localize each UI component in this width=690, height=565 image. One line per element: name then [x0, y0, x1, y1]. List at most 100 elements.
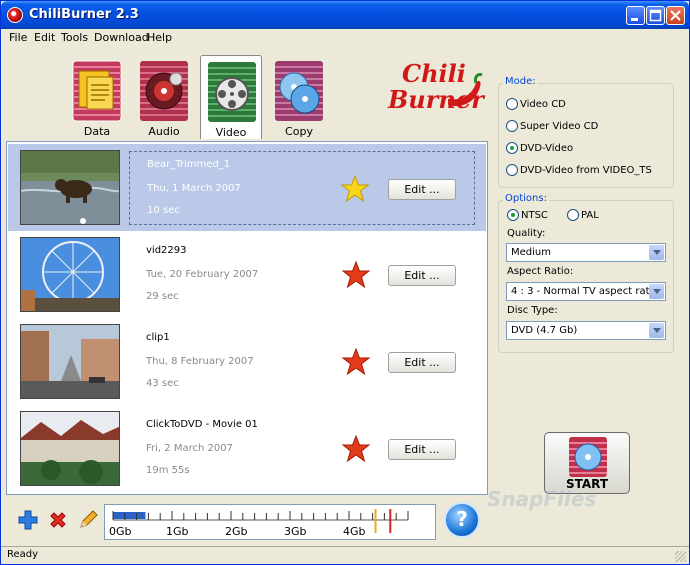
video-reel-icon [208, 62, 256, 122]
close-button[interactable] [666, 6, 685, 25]
video-date: Tue, 20 February 2007 [146, 269, 259, 280]
aspect-ratio-select[interactable]: 4 : 3 - Normal TV aspect ratio [506, 282, 666, 301]
tab-copy-label: Copy [285, 125, 313, 138]
gauge-tick-label: 1Gb [166, 525, 189, 538]
menu-tools[interactable]: Tools [61, 31, 88, 44]
mode-video-cd-radio[interactable] [506, 98, 518, 110]
chevron-down-icon[interactable] [649, 284, 664, 299]
menu-help[interactable]: Help [147, 31, 172, 44]
question-mark-icon: ? [456, 507, 468, 531]
used-capacity-bar [113, 512, 146, 519]
quality-label: Quality: [507, 228, 546, 239]
mode-super-video-cd-radio[interactable] [506, 120, 518, 132]
disc-type-label: Disc Type: [507, 305, 558, 316]
tab-copy[interactable]: Copy [268, 55, 330, 139]
video-date: Thu, 8 February 2007 [146, 356, 254, 367]
tab-audio-label: Audio [148, 125, 180, 138]
mode-super-video-cd-label[interactable]: Super Video CD [520, 121, 598, 132]
video-thumbnail [20, 150, 120, 225]
chevron-down-icon[interactable] [649, 245, 664, 260]
ntsc-radio[interactable] [507, 209, 519, 221]
window-title: ChiliBurner 2.3 [29, 7, 139, 22]
status-text: Ready [7, 549, 39, 560]
edit-pencil-icon[interactable] [77, 509, 99, 531]
mode-dvd-video-radio[interactable] [506, 142, 518, 154]
ntsc-label[interactable]: NTSC [521, 210, 548, 221]
app-window: ChiliBurner 2.3 File Edit Tools Download… [0, 0, 690, 565]
pal-radio[interactable] [567, 209, 579, 221]
favorite-star-icon[interactable] [341, 434, 371, 464]
pal-label[interactable]: PAL [581, 210, 599, 221]
chevron-down-icon[interactable] [649, 323, 664, 338]
mode-dvd-video-ts-label[interactable]: DVD-Video from VIDEO_TS [520, 165, 652, 176]
copy-disc-icon [275, 61, 323, 121]
video-date: Thu, 1 March 2007 [147, 183, 241, 194]
close-icon [670, 10, 681, 21]
tab-data[interactable]: Data [66, 55, 128, 139]
menu-download[interactable]: Download [94, 31, 149, 44]
title-bar[interactable]: ChiliBurner 2.3 [1, 1, 689, 29]
capacity-scale: 0Gb 1Gb 2Gb 3Gb 4Gb [109, 509, 409, 538]
street-thumbnail-icon [21, 325, 119, 398]
burn-disc-icon [569, 437, 607, 477]
add-icon[interactable] [17, 509, 39, 531]
favorite-star-icon[interactable] [341, 347, 371, 377]
minimize-icon [631, 18, 638, 21]
favorite-star-icon[interactable] [341, 260, 371, 290]
list-item[interactable]: Bear_Trimmed_1 Thu, 1 March 2007 10 sec … [8, 144, 486, 231]
mode-dvd-video-ts-radio[interactable] [506, 164, 518, 176]
tab-video[interactable]: Video [200, 55, 262, 139]
mode-legend: Mode: [503, 76, 538, 87]
app-icon [7, 7, 23, 23]
video-date: Fri, 2 March 2007 [146, 443, 233, 454]
favorite-star-icon[interactable] [340, 174, 370, 204]
ferris-wheel-thumbnail-icon [21, 238, 119, 311]
start-button[interactable]: START [544, 432, 630, 494]
disc-type-select[interactable]: DVD (4.7 Gb) [506, 321, 666, 340]
edit-button[interactable]: Edit ... [388, 265, 456, 286]
quality-select[interactable]: Medium [506, 243, 666, 262]
maximize-button[interactable] [646, 6, 665, 25]
video-list[interactable]: Bear_Trimmed_1 Thu, 1 March 2007 10 sec … [6, 141, 488, 495]
list-item[interactable]: ClickToDVD - Movie 01 Fri, 2 March 2007 … [8, 405, 486, 492]
building-thumbnail-icon [21, 412, 119, 485]
resize-grip-icon[interactable] [675, 551, 686, 562]
logo-chili-text: Chili [402, 59, 466, 88]
mode-video-cd-label[interactable]: Video CD [520, 99, 566, 110]
video-duration: 10 sec [147, 205, 180, 216]
status-bar: Ready [1, 546, 689, 564]
minimize-button[interactable] [626, 6, 645, 25]
chiliburner-logo: Chili Burner [386, 57, 486, 129]
logo-burner-text: Burner [388, 85, 484, 114]
snapfiles-watermark: SnapFiles [487, 487, 597, 511]
video-thumbnail [20, 324, 120, 399]
edit-button[interactable]: Edit ... [388, 352, 456, 373]
video-thumbnail [20, 237, 120, 312]
options-legend: Options: [503, 193, 549, 204]
list-item[interactable]: vid2293 Tue, 20 February 2007 29 sec Edi… [8, 231, 486, 318]
edit-button[interactable]: Edit ... [388, 179, 456, 200]
video-duration: 43 sec [146, 378, 179, 389]
mode-dvd-video-label[interactable]: DVD-Video [520, 143, 573, 154]
bear-thumbnail-icon [21, 151, 119, 224]
gauge-tick-label: 3Gb [284, 525, 307, 538]
gauge-tick-label: 0Gb [109, 525, 132, 538]
menu-file[interactable]: File [9, 31, 27, 44]
tab-data-label: Data [83, 125, 111, 138]
video-name: Bear_Trimmed_1 [147, 159, 231, 170]
gauge-tick-label: 2Gb [225, 525, 248, 538]
video-name: ClickToDVD - Movie 01 [146, 419, 258, 430]
aspect-ratio-value: 4 : 3 - Normal TV aspect ratio [511, 286, 659, 297]
gauge-tick-label: 4Gb [343, 525, 366, 538]
tab-audio[interactable]: Audio [133, 55, 195, 139]
list-item[interactable]: clip1 Thu, 8 February 2007 43 sec Edit .… [8, 318, 486, 405]
video-duration: 19m 55s [146, 465, 190, 476]
help-button[interactable]: ? [444, 502, 480, 538]
video-info[interactable]: Bear_Trimmed_1 Thu, 1 March 2007 10 sec … [129, 151, 475, 225]
edit-button[interactable]: Edit ... [388, 439, 456, 460]
tab-video-label: Video [215, 126, 247, 139]
menu-edit[interactable]: Edit [34, 31, 55, 44]
remove-icon[interactable] [47, 509, 69, 531]
video-name: vid2293 [146, 245, 187, 256]
menu-bar: File Edit Tools Download Help [1, 29, 689, 47]
